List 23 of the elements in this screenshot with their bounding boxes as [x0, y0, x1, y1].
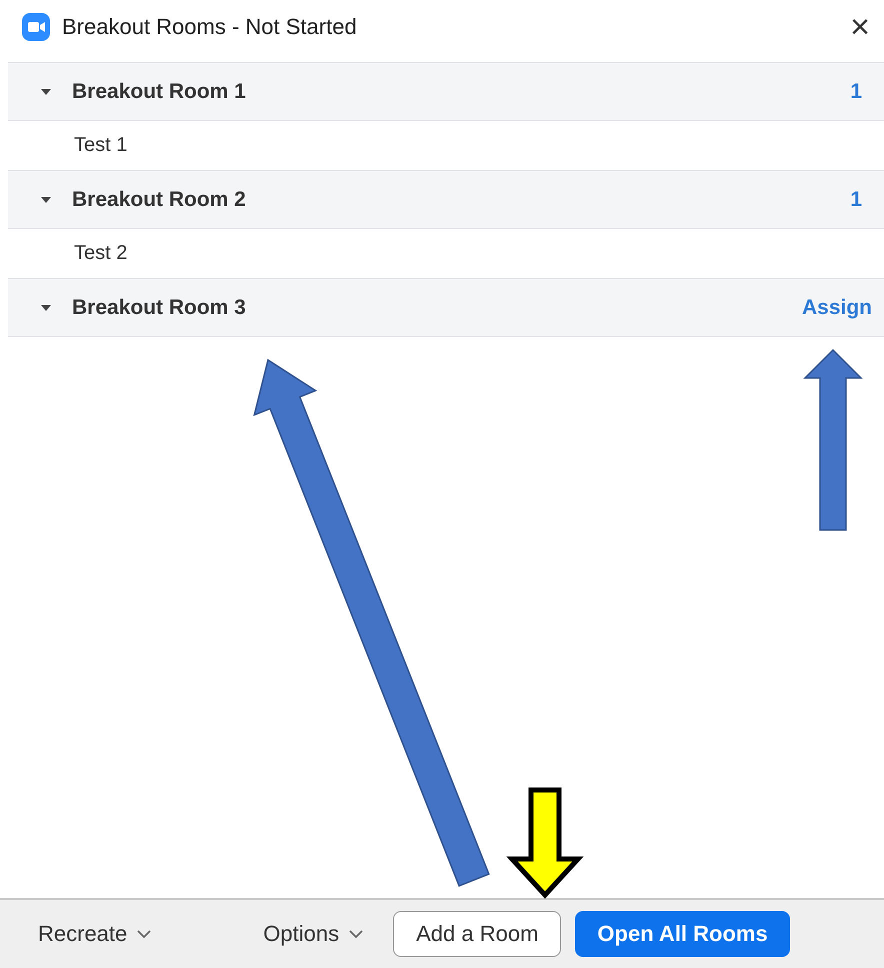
room-header[interactable]: Breakout Room 2 1 [8, 170, 884, 229]
caret-icon [40, 88, 52, 96]
assign-link[interactable]: Assign [802, 296, 872, 320]
window-title: Breakout Rooms - Not Started [62, 14, 358, 40]
video-camera-icon [22, 13, 50, 41]
room-name: Breakout Room 3 [72, 296, 247, 320]
caret-icon [40, 196, 52, 204]
chevron-down-icon [137, 930, 152, 938]
participant-name: Test 1 [74, 134, 128, 157]
room-header[interactable]: Breakout Room 3 Assign [8, 278, 884, 337]
room-header[interactable]: Breakout Room 1 1 [8, 62, 884, 121]
open-rooms-button[interactable]: Open All Rooms [575, 911, 790, 957]
chevron-down-icon [349, 930, 364, 938]
room-name: Breakout Room 2 [72, 188, 247, 212]
caret-icon [40, 304, 52, 312]
dropdown-button[interactable]: Recreate [38, 921, 152, 947]
participant-count: 1 [850, 80, 862, 104]
add-room-button[interactable]: Add a Room [393, 911, 562, 957]
close-button[interactable]: × [850, 10, 870, 44]
participant-name: Test 2 [74, 242, 128, 265]
participant-count: 1 [850, 188, 862, 212]
room-name: Breakout Room 1 [72, 80, 247, 104]
dropdown-button[interactable]: Options [263, 921, 364, 947]
